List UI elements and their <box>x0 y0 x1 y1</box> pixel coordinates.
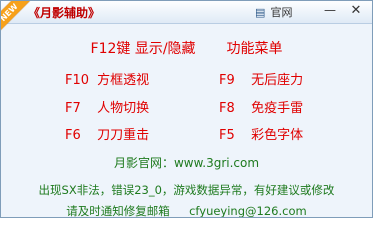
hotkey-label: 方框透视 <box>97 73 150 88</box>
title-bar[interactable]: NEW 《月影辅助》 ▤ 官网 — ✕ <box>1 1 372 34</box>
contact-text: 请及时通知修复邮箱 cfyueying@126.com <box>1 203 372 218</box>
hotkey-item: F7 人物切换 <box>65 97 149 116</box>
hotkey-label: 彩色字体 <box>251 128 304 143</box>
hotkey-item: F9 无后座力 <box>219 69 303 88</box>
hotkey-item: F8 免疫手雷 <box>219 97 303 116</box>
hotkey-key: F8 <box>219 101 235 116</box>
contact-email: cfyueying@126.com <box>189 204 307 218</box>
hotkey-key: F5 <box>219 128 235 143</box>
toggle-key: F12键 <box>90 41 131 57</box>
hotkey-key: F7 <box>65 101 81 116</box>
hotkey-item: F10 方框透视 <box>65 69 149 88</box>
menu-toggle-hotkey: F12键 显示/隐藏 功能菜单 <box>1 38 372 58</box>
official-site-text: 月影官网：www.3gri.com <box>113 156 260 170</box>
window-title: 《月影辅助》 <box>28 6 101 20</box>
hotkey-key: F9 <box>219 73 235 88</box>
close-icon: ✕ <box>350 3 362 18</box>
notice-text: 出现SX非法，错误23_0，游戏数据异常，有好建议或修改 <box>38 183 335 197</box>
document-icon: ▤ <box>255 6 266 19</box>
toggle-menu-label: 功能菜单 <box>226 41 283 57</box>
new-badge: NEW <box>1 1 30 34</box>
hotkey-key: F6 <box>65 128 81 143</box>
app-window: NEW 《月影辅助》 ▤ 官网 — ✕ F12键 显示/隐藏 功能菜单 F10 … <box>0 0 373 218</box>
official-site-label: 官网 <box>270 6 293 19</box>
hotkey-label: 人物切换 <box>97 101 150 116</box>
hotkey-label: 无后座力 <box>251 73 304 88</box>
hotkey-label: 免疫手雷 <box>251 101 304 116</box>
official-site-button[interactable]: ▤ 官网 <box>250 4 298 22</box>
minimize-icon: — <box>324 3 336 17</box>
contact-prefix: 请及时通知修复邮箱 <box>66 204 170 218</box>
hotkey-label: 刀刀重击 <box>97 128 150 143</box>
minimize-button[interactable]: — <box>320 3 340 19</box>
toggle-action: 显示/隐藏 <box>134 41 196 57</box>
hotkey-item: F5 彩色字体 <box>219 124 303 143</box>
hotkey-key: F10 <box>65 73 90 88</box>
hotkey-item: F6 刀刀重击 <box>65 124 149 143</box>
close-button[interactable]: ✕ <box>346 3 366 19</box>
